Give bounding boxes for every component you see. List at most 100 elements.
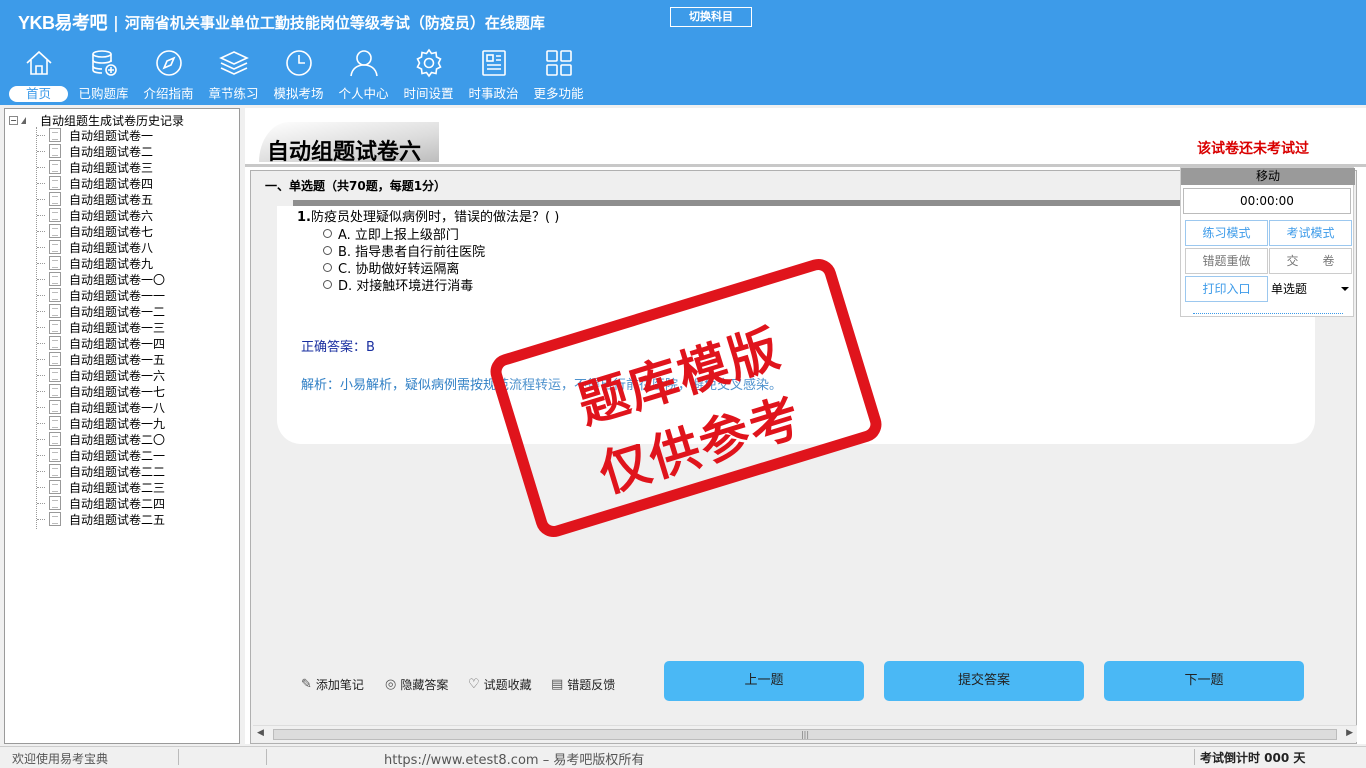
correct-answer: 正确答案：B [301, 340, 375, 355]
tree-item[interactable]: 自动组题试卷三 [37, 159, 165, 175]
tree-item[interactable]: 自动组题试卷一八 [37, 399, 165, 415]
scroll-thumb[interactable]: ||| [273, 729, 1337, 740]
document-icon [49, 432, 61, 446]
practice-mode-button[interactable]: 练习模式 [1185, 220, 1268, 246]
tool-label: 错题反馈 [567, 678, 616, 692]
tree-item-label: 自动组题试卷二〇 [69, 432, 166, 447]
tree-item[interactable]: 自动组题试卷七 [37, 223, 165, 239]
document-icon [49, 288, 61, 302]
submit-paper-button[interactable]: 交 卷 [1269, 248, 1352, 274]
question-number: 1. [297, 210, 311, 225]
nav-label: 介绍指南 [143, 86, 194, 101]
tree-item-label: 自动组题试卷一六 [69, 368, 166, 383]
tree-item-label: 自动组题试卷二一 [69, 448, 166, 463]
nav-more[interactable]: 更多功能 [526, 48, 591, 104]
scroll-right-icon[interactable]: ▶ [1346, 728, 1353, 738]
tree-item[interactable]: 自动组题试卷一一 [37, 287, 165, 303]
document-icon [49, 176, 61, 190]
horizontal-scrollbar[interactable]: ◀ ||| ▶ [253, 725, 1357, 742]
next-question-button[interactable]: 下一题 [1104, 661, 1304, 701]
radio-icon[interactable] [323, 263, 332, 272]
clock-icon [285, 50, 312, 76]
chevron-down-icon [1341, 287, 1349, 291]
add-note-button[interactable]: ✎ 添加笔记 [301, 676, 364, 693]
submit-answer-button[interactable]: 提交答案 [884, 661, 1084, 701]
exam-countdown: 考试倒计时 000 天 [1200, 751, 1306, 765]
nav-purchased[interactable]: 已购题库 [71, 48, 136, 104]
tree-item[interactable]: 自动组题试卷二五 [37, 511, 165, 527]
report-error-button[interactable]: ▤ 错题反馈 [551, 676, 615, 693]
tree-item[interactable]: 自动组题试卷一二 [37, 303, 165, 319]
print-entry-button[interactable]: 打印入口 [1185, 276, 1268, 302]
exam-mode-button[interactable]: 考试模式 [1269, 220, 1352, 246]
compass-icon [155, 50, 182, 76]
radio-icon[interactable] [323, 280, 332, 289]
tree-item[interactable]: 自动组题试卷二 [37, 143, 165, 159]
tree-item[interactable]: 自动组题试卷二四 [37, 495, 165, 511]
scroll-left-icon[interactable]: ◀ [257, 728, 264, 738]
tree-item[interactable]: 自动组题试卷六 [37, 207, 165, 223]
section-title: 一、单选题（共70题，每题1分） [265, 179, 447, 193]
tree-branch-line [37, 390, 45, 392]
nav-label: 首页 [9, 86, 68, 102]
copyright-text: https://www.etest8.com – 易考吧版权所有 [384, 753, 645, 768]
nav-time-settings[interactable]: 时间设置 [396, 48, 461, 104]
nav-label: 已购题库 [78, 86, 129, 101]
eye-icon: ◎ [385, 677, 397, 692]
tree-item-label: 自动组题试卷八 [69, 240, 154, 255]
tree-branch-line [37, 166, 45, 168]
prev-question-button[interactable]: 上一题 [664, 661, 864, 701]
collapse-icon[interactable]: − [9, 115, 18, 125]
tree-item[interactable]: 自动组题试卷五 [37, 191, 165, 207]
redo-wrong-button[interactable]: 错题重做 [1185, 248, 1268, 274]
nav-mock-exam[interactable]: 模拟考场 [266, 48, 331, 104]
document-icon [49, 160, 61, 174]
tree-item[interactable]: 自动组题试卷九 [37, 255, 165, 271]
tree-item[interactable]: 自动组题试卷一 [37, 127, 165, 143]
tree-item-label: 自动组题试卷四 [69, 176, 154, 191]
tree-item-label: 自动组题试卷一七 [69, 384, 166, 399]
tree-item-label: 自动组题试卷九 [69, 256, 154, 271]
tree-item[interactable]: 自动组题试卷一六 [37, 367, 165, 383]
tree-item[interactable]: 自动组题试卷一五 [37, 351, 165, 367]
heart-icon: ♡ [468, 677, 480, 692]
tree-item[interactable]: 自动组题试卷二二 [37, 463, 165, 479]
tree-item-label: 自动组题试卷一二 [69, 304, 166, 319]
tree-item-label: 自动组题试卷一五 [69, 352, 166, 367]
tree-item[interactable]: 自动组题试卷一四 [37, 335, 165, 351]
tree-branch-line [37, 150, 45, 152]
nav-chapter[interactable]: 章节练习 [201, 48, 266, 104]
favorite-question-button[interactable]: ♡ 试题收藏 [468, 676, 532, 693]
nav-politics[interactable]: 时事政治 [461, 48, 526, 104]
nav-profile[interactable]: 个人中心 [331, 48, 396, 104]
tree-item[interactable]: 自动组题试卷一七 [37, 383, 165, 399]
radio-icon[interactable] [323, 229, 332, 238]
nav-label: 时间设置 [403, 86, 454, 101]
tree-branch-line [37, 326, 45, 328]
tree-item[interactable]: 自动组题试卷二三 [37, 479, 165, 495]
hide-answer-button[interactable]: ◎ 隐藏答案 [385, 676, 448, 693]
tree-item[interactable]: 自动组题试卷一〇 [37, 271, 165, 287]
tree-item[interactable]: 自动组题试卷一三 [37, 319, 165, 335]
nav-label: 个人中心 [338, 86, 389, 101]
tree-item[interactable]: 自动组题试卷二一 [37, 447, 165, 463]
radio-icon[interactable] [323, 246, 332, 255]
question-stem: 防疫员处理疑似病例时，错误的做法是？( ) [310, 210, 560, 225]
switch-subject-button[interactable]: 切换科目 [670, 7, 752, 27]
tree-branch-line [37, 310, 45, 312]
tree-branch-line [37, 470, 45, 472]
tree-item[interactable]: 自动组题试卷二〇 [37, 431, 165, 447]
tree-branch-line [37, 198, 45, 200]
question-type-select[interactable]: 单选题 [1269, 276, 1353, 302]
nav-guide[interactable]: 介绍指南 [136, 48, 201, 104]
tree-branch-line [37, 374, 45, 376]
app-title: 河南省机关事业单位工勤技能岗位等级考试（防疫员）在线题库 [124, 13, 545, 32]
panel-drag-handle[interactable]: 移动 [1181, 168, 1355, 185]
tree-branch-line [37, 358, 45, 360]
tree-branch-line [37, 182, 45, 184]
tree-item[interactable]: 自动组题试卷一九 [37, 415, 165, 431]
option-d[interactable]: D. 对接触环境进行消毒 [323, 275, 473, 294]
tree-item[interactable]: 自动组题试卷八 [37, 239, 165, 255]
nav-home[interactable]: 首页 [6, 48, 71, 104]
tree-item[interactable]: 自动组题试卷四 [37, 175, 165, 191]
